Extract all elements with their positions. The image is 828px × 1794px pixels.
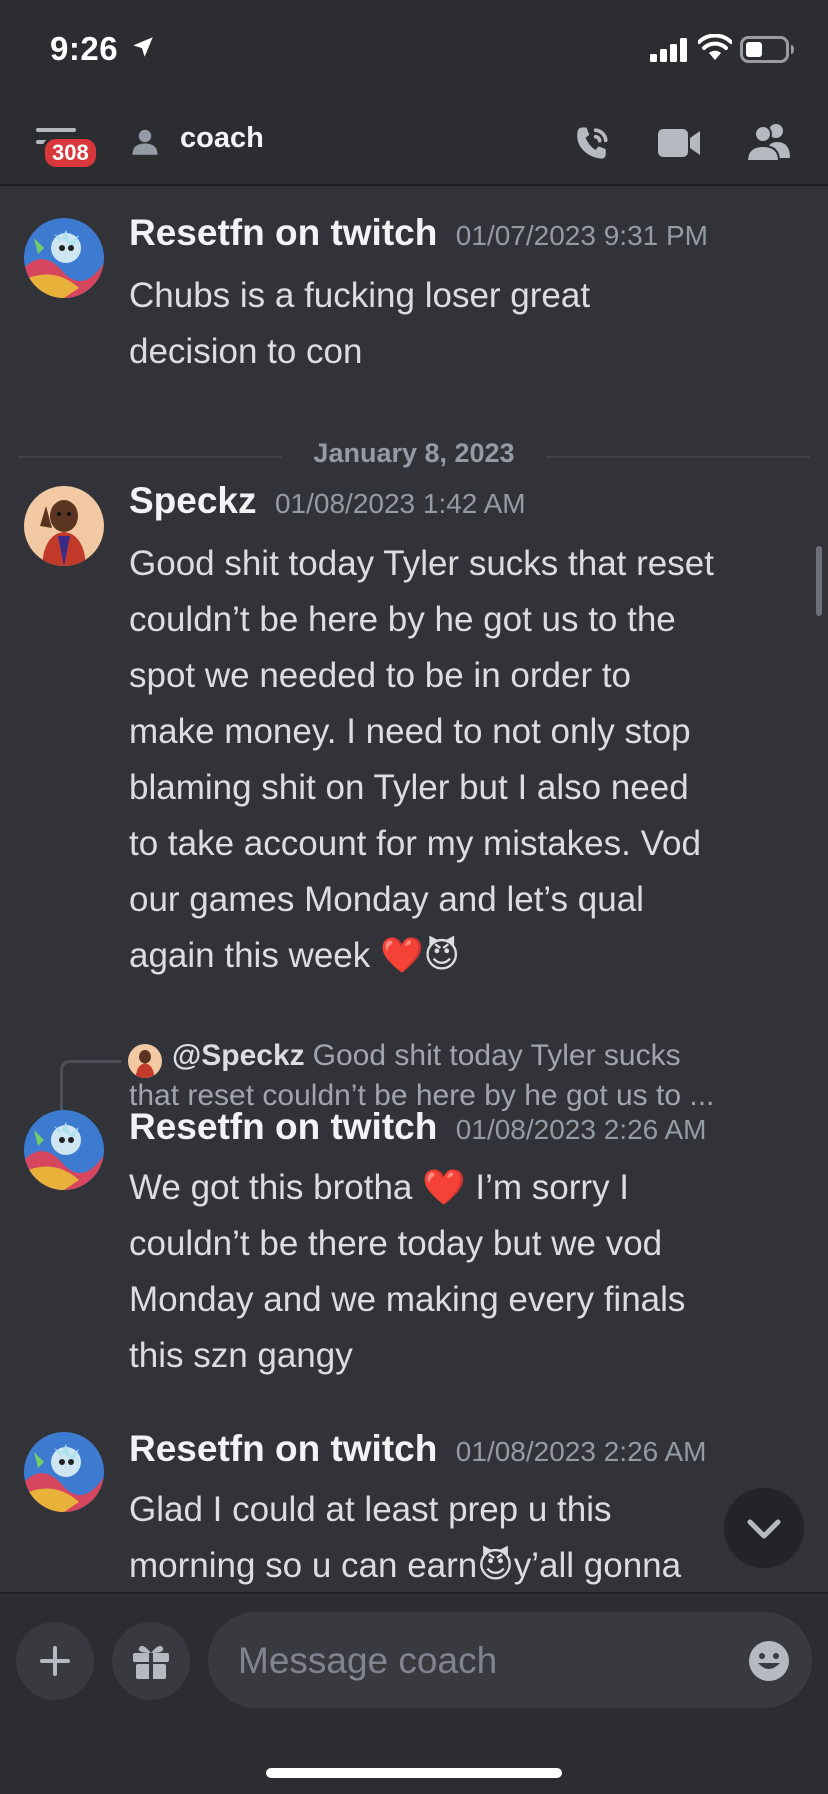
gift-button[interactable] [112, 1622, 190, 1700]
jump-to-bottom-button[interactable] [724, 1488, 804, 1568]
reply-avatar [128, 1044, 162, 1078]
status-bar: 9:26 [0, 0, 828, 104]
message-author[interactable]: Resetfn on twitch [129, 1106, 437, 1147]
chevron-down-icon [747, 1519, 781, 1539]
message-composer [0, 1592, 828, 1794]
plus-icon [40, 1646, 70, 1676]
message-timestamp: 01/07/2023 9:31 PM [455, 220, 708, 251]
message-author[interactable]: Resetfn on twitch [129, 1428, 437, 1469]
avatar[interactable] [24, 1110, 104, 1190]
message-list[interactable]: Resetfn on twitch 01/07/2023 9:31 PM Chu… [0, 186, 828, 1592]
emoji-icon[interactable] [748, 1640, 790, 1682]
message-content: Chubs is a fucking loser great decision … [129, 276, 591, 371]
status-time: 9:26 [50, 30, 119, 67]
channel-header: 308 coach [0, 104, 828, 186]
location-arrow-icon [133, 37, 153, 57]
add-attachment-button[interactable] [16, 1622, 94, 1700]
reply-author[interactable]: @Speckz [172, 1039, 305, 1072]
cellular-signal-icon [650, 38, 687, 62]
message-content: We got this brotha ❤️ I’m sorry I couldn… [129, 1168, 686, 1375]
reply-connector [60, 1060, 121, 1113]
user-icon [132, 129, 158, 155]
avatar[interactable] [24, 1432, 104, 1512]
message-timestamp: 01/08/2023 2:26 AM [455, 1436, 707, 1467]
avatar[interactable] [24, 218, 104, 298]
message-timestamp: 01/08/2023 2:26 AM [455, 1114, 707, 1145]
members-icon[interactable] [746, 122, 792, 162]
scrollbar[interactable] [816, 546, 822, 616]
channel-title: coach [180, 122, 264, 154]
voice-call-icon[interactable] [570, 122, 614, 166]
message-author[interactable]: Resetfn on twitch [129, 212, 437, 253]
wifi-icon [698, 34, 732, 60]
message-author[interactable]: Speckz [129, 480, 257, 521]
home-indicator [266, 1768, 562, 1778]
battery-icon [740, 36, 794, 63]
avatar[interactable] [24, 486, 104, 566]
message-timestamp: 01/08/2023 1:42 AM [274, 488, 526, 519]
message-input-wrapper [208, 1612, 812, 1710]
gift-icon [133, 1645, 169, 1679]
video-call-icon[interactable] [658, 126, 702, 160]
date-divider-label: January 8, 2023 [313, 438, 515, 468]
date-divider: January 8, 2023 [18, 436, 810, 476]
message-input[interactable] [236, 1612, 720, 1710]
message-content: Good shit today Tyler sucks that reset c… [129, 544, 714, 975]
reply-line-1: @Speckz Good shit today Tyler sucks [172, 1039, 681, 1072]
unread-badge[interactable]: 308 [42, 136, 99, 170]
message-content: Glad I could at least prep u this mornin… [129, 1490, 682, 1585]
